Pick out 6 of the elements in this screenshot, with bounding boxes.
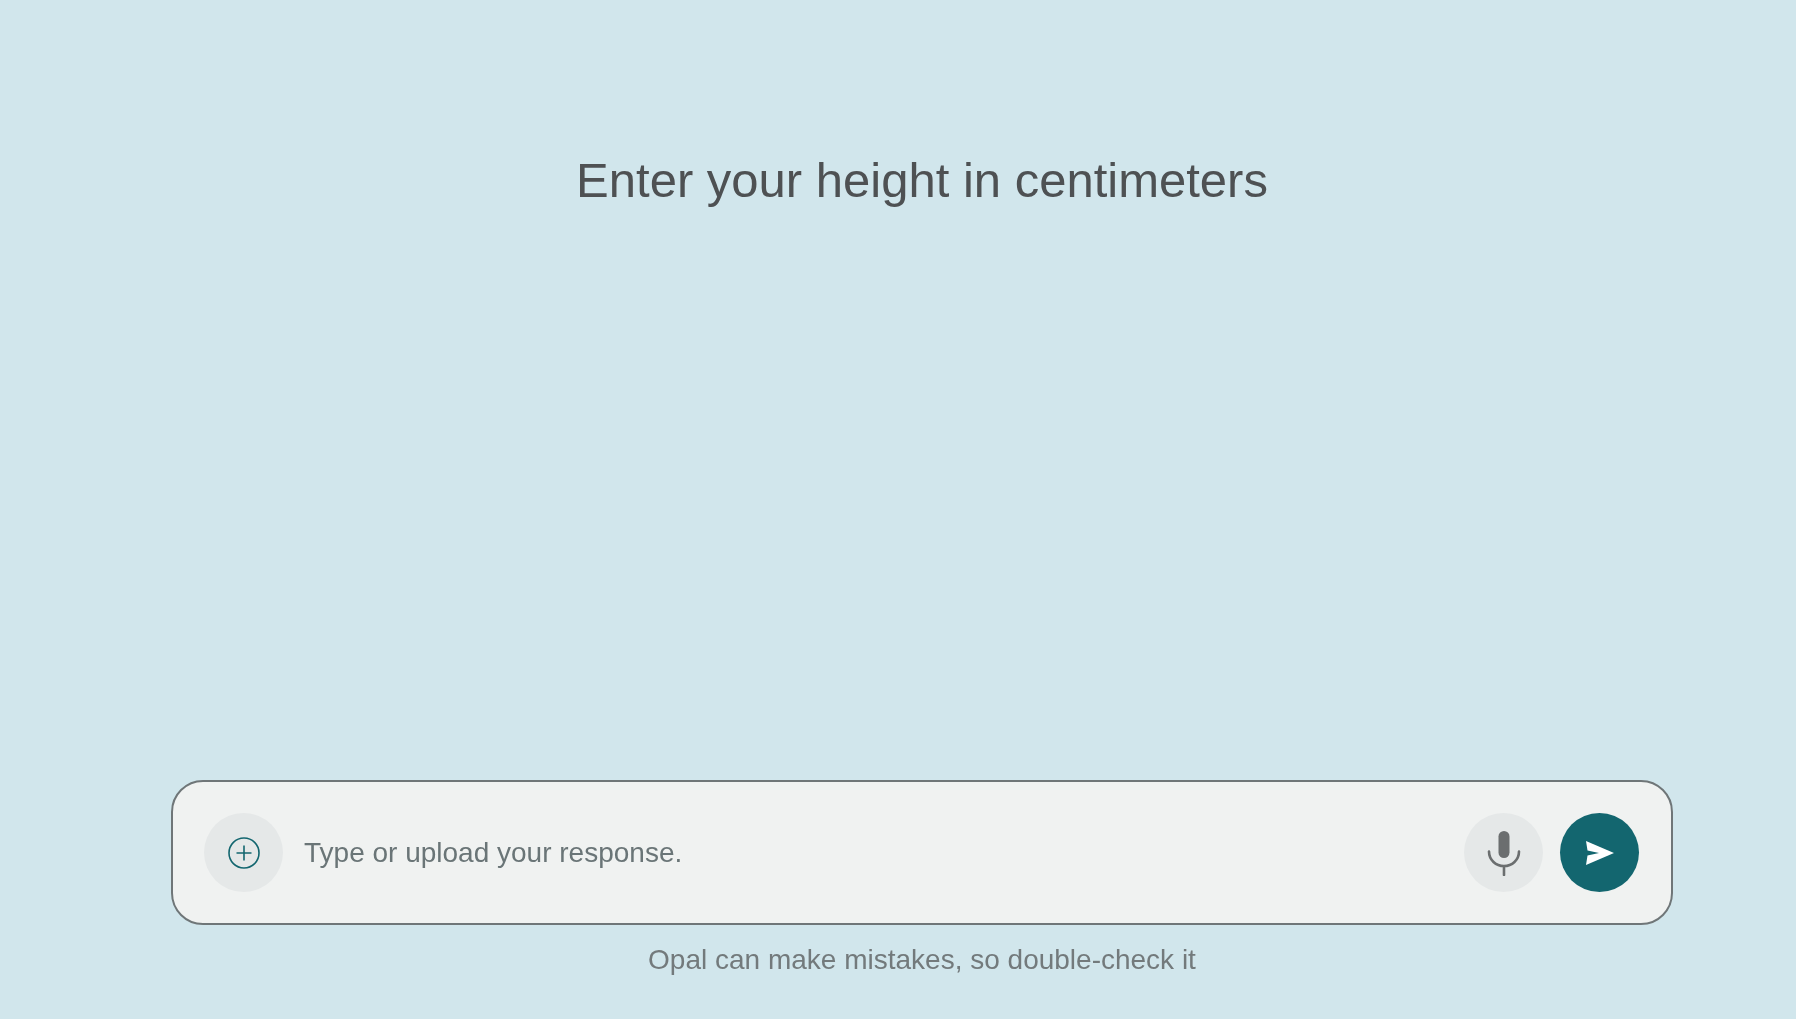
disclaimer-text: Opal can make mistakes, so double-check it [648,944,1196,976]
prompt-heading: Enter your height in centimeters [576,152,1268,209]
response-input[interactable]: Type or upload your response. [304,830,1444,875]
plus-circle-icon [227,836,260,869]
microphone-icon [1486,829,1521,876]
send-icon [1585,840,1614,865]
